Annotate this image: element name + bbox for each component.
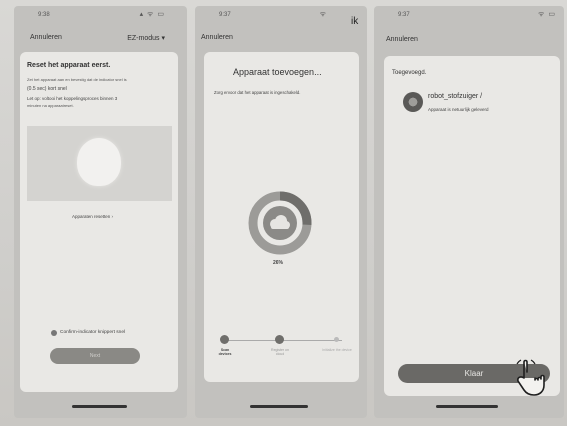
phone-screen-added: 9:37 ᯤ ▭ Annuleren Toegevoegd. robot_sto… [374,6,564,418]
nav-bar: Annuleren [195,32,367,46]
status-icons: ᯤ ▭ [538,11,556,18]
step-label-1: Scan devices [218,348,232,356]
home-indicator [436,405,498,408]
phone-screen-adding: 9:37 ᯤ ik Annuleren Apparaat toevoegen..… [195,6,367,418]
added-label: Toegevoegd. [392,70,427,76]
step-dot-1 [220,335,229,344]
mode-selector-label: EZ-modus [127,35,160,42]
device-avatar [403,92,423,112]
home-indicator [250,405,308,408]
device-name: robot_stofzuiger [428,93,479,100]
device-name-row[interactable]: robot_stofzuiger / [428,93,482,100]
confirm-checkbox[interactable] [51,330,57,336]
robot-vacuum-image [77,138,121,186]
reset-devices-label: Apparaten resetten [72,214,111,219]
status-bar: 9:37 ᯤ ▭ [374,10,564,22]
done-button-label: Klaar [464,369,484,378]
device-illustration [27,126,172,201]
step-dot-3 [334,337,339,342]
step-dot-2 [275,335,284,344]
status-time: 9:37 [219,12,231,18]
adding-title: Apparaat toevoegen... [233,67,322,77]
status-bar: 9:37 ᯤ [195,10,367,22]
nav-bar: Annuleren EZ-modus ▾ [14,32,187,46]
home-indicator [72,405,127,408]
phone-screen-reset: 9:38 ▴ ᯤ ▭ Annuleren EZ-modus ▾ Reset he… [14,6,187,418]
progress-percent: 26% [273,260,284,266]
overlay-text: ik [351,16,359,27]
cancel-button[interactable]: Annuleren [30,34,62,41]
instruction-line-3: Let op: voltooi het koppelingsproces bin… [27,96,118,101]
tap-hand-icon [516,359,545,396]
status-time: 9:37 [398,12,410,18]
status-icons: ᯤ [319,11,327,18]
chevron-right-icon: › [111,214,114,219]
instruction-line-4: minuten na apparaatreset. [27,103,74,108]
status-time: 9:38 [38,12,50,18]
adding-card: Apparaat toevoegen... Zorg ervoor dat he… [204,52,359,382]
instruction-line-1: Zet het apparaat aan en bevestig dat de … [27,77,127,82]
chevron-down-icon: ▾ [161,35,165,42]
reset-card: Reset het apparaat eerst. Zet het appara… [20,52,178,392]
added-card: Toegevoegd. robot_stofzuiger / Apparaat … [384,56,560,396]
progress-ring [248,191,312,255]
reset-title: Reset het apparaat eerst. [27,62,111,69]
status-icons: ▴ ᯤ ▭ [139,11,165,18]
step-label-3: Initialize the device [322,348,352,352]
adding-subtitle: Zorg ervoor dat het apparaat is ingescha… [214,90,301,95]
next-button[interactable]: Next [50,348,140,364]
mode-selector[interactable]: EZ-modus ▾ [127,34,165,42]
next-button-label: Next [89,353,101,359]
status-bar: 9:38 ▴ ᯤ ▭ [14,10,187,22]
cancel-button[interactable]: Annuleren [386,36,418,43]
cancel-button[interactable]: Annuleren [201,34,233,41]
device-status: Apparaat is netuurlijk geleverd [428,107,489,112]
nav-bar: Annuleren [374,34,564,48]
confirm-indicator-label: Confirm-indicator knippert snel [60,330,126,335]
edit-icon[interactable]: / [480,93,482,100]
step-label-2: Register on cloud [271,348,289,356]
reset-devices-link[interactable]: Apparaten resetten › [72,214,113,219]
instruction-line-2: (0.5 sec) kort snel [27,86,67,92]
